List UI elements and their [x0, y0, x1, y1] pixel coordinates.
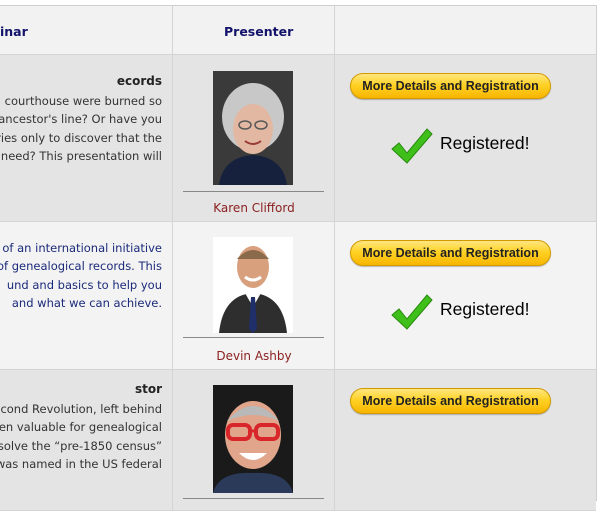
more-details-registration-button[interactable]: More Details and Registration: [350, 388, 551, 414]
more-details-registration-button[interactable]: More Details and Registration: [350, 240, 551, 266]
action-cell: More Details and Registration Registered…: [335, 55, 596, 221]
webinar-cell: art of an international initiative of ge…: [0, 222, 173, 369]
action-cell: More Details and Registration Registered…: [335, 222, 596, 369]
webinar-title[interactable]: ecords: [117, 74, 162, 88]
presenter-photo[interactable]: [213, 385, 293, 493]
desc-line: of genealogical records. This: [0, 259, 162, 274]
checkmark-icon: [391, 294, 433, 330]
presenter-cell: [173, 370, 335, 510]
presenter-divider: [183, 191, 324, 192]
header-cell-presenter: Presenter: [173, 6, 335, 54]
webinar-title[interactable]: stor: [135, 382, 162, 396]
desc-line: need? This presentation will: [0, 148, 162, 163]
presenter-photo[interactable]: [213, 237, 293, 333]
webinar-cell: stor Second Revolution, left behind ven …: [0, 370, 173, 510]
desc-line: und and basics to help you: [6, 277, 162, 292]
webinar-description: Second Revolution, left behind ven valua…: [0, 400, 162, 473]
presenter-name[interactable]: Karen Clifford: [173, 201, 334, 215]
presenter-name[interactable]: Devin Ashby: [173, 349, 334, 363]
presenter-divider: [183, 337, 324, 338]
desc-line: p solve the “pre-1850 census”: [0, 438, 162, 453]
table-header: inar Presenter: [0, 6, 596, 55]
desc-line: courthouse were burned so: [4, 94, 162, 108]
desc-line: Second Revolution, left behind: [0, 402, 162, 416]
header-cell-actions: [335, 6, 596, 54]
desc-line: and what we can achieve.: [11, 295, 162, 310]
more-details-registration-button[interactable]: More Details and Registration: [350, 73, 551, 99]
header-presenter-label: Presenter: [224, 24, 294, 39]
header-cell-webinar: inar: [0, 6, 173, 54]
table-row: art of an international initiative of ge…: [0, 222, 596, 370]
webinar-table: inar Presenter ecords courthouse were bu…: [0, 5, 597, 511]
desc-line: tories only to discover that the: [0, 130, 162, 145]
webinar-description: art of an international initiative of ge…: [0, 239, 162, 312]
checkmark-icon: [391, 128, 433, 164]
desc-line: ancestor's line? Or have you: [0, 112, 162, 127]
webinar-description: courthouse were burned so ancestor's lin…: [0, 92, 162, 165]
presenter-cell: Devin Ashby: [173, 222, 335, 369]
webinar-cell: ecords courthouse were burned so ancesto…: [0, 55, 173, 221]
desc-line: art of an international initiative: [0, 241, 162, 255]
registered-label: Registered!: [440, 133, 530, 153]
presenter-cell: Karen Clifford: [173, 55, 335, 221]
desc-line: was named in the US federal: [0, 456, 162, 471]
table-row: ecords courthouse were burned so ancesto…: [0, 55, 596, 222]
action-cell: More Details and Registration: [335, 370, 596, 510]
header-webinar-label: inar: [0, 24, 28, 39]
desc-line: ven valuable for genealogical: [0, 420, 162, 435]
presenter-photo[interactable]: [213, 71, 293, 185]
registered-label: Registered!: [440, 299, 530, 319]
presenter-divider: [183, 498, 324, 499]
table-row: stor Second Revolution, left behind ven …: [0, 370, 596, 511]
